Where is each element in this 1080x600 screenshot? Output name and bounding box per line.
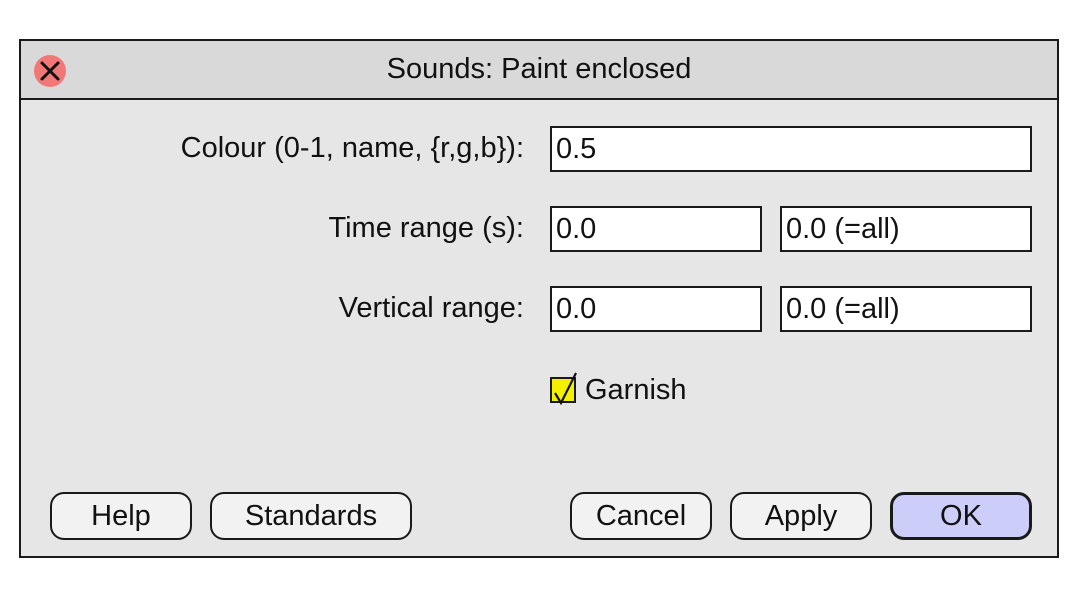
standards-button[interactable]: Standards — [210, 492, 412, 540]
vertical-range-from-input[interactable] — [550, 286, 762, 332]
vertical-range-label: Vertical range: — [338, 292, 524, 324]
title-bar: Sounds: Paint enclosed — [21, 41, 1057, 100]
garnish-checkbox[interactable] — [550, 372, 577, 405]
time-range-from-input[interactable] — [550, 206, 762, 252]
apply-button[interactable]: Apply — [730, 492, 872, 540]
vertical-range-to-input[interactable] — [780, 286, 1032, 332]
dialog-window: Sounds: Paint enclosed Colour (0-1, name… — [19, 39, 1059, 558]
checkmark-icon — [554, 372, 577, 405]
garnish-label: Garnish — [585, 373, 687, 406]
window-title: Sounds: Paint enclosed — [386, 53, 692, 85]
colour-label: Colour (0-1, name, {r,g,b}): — [180, 132, 524, 164]
cancel-button[interactable]: Cancel — [570, 492, 712, 540]
garnish-checkbox-row[interactable]: Garnish — [550, 372, 687, 408]
help-button[interactable]: Help — [50, 492, 192, 540]
ok-button[interactable]: OK — [890, 492, 1032, 540]
time-range-label: Time range (s): — [328, 212, 524, 244]
time-range-to-input[interactable] — [780, 206, 1032, 252]
colour-input[interactable] — [550, 126, 1032, 172]
